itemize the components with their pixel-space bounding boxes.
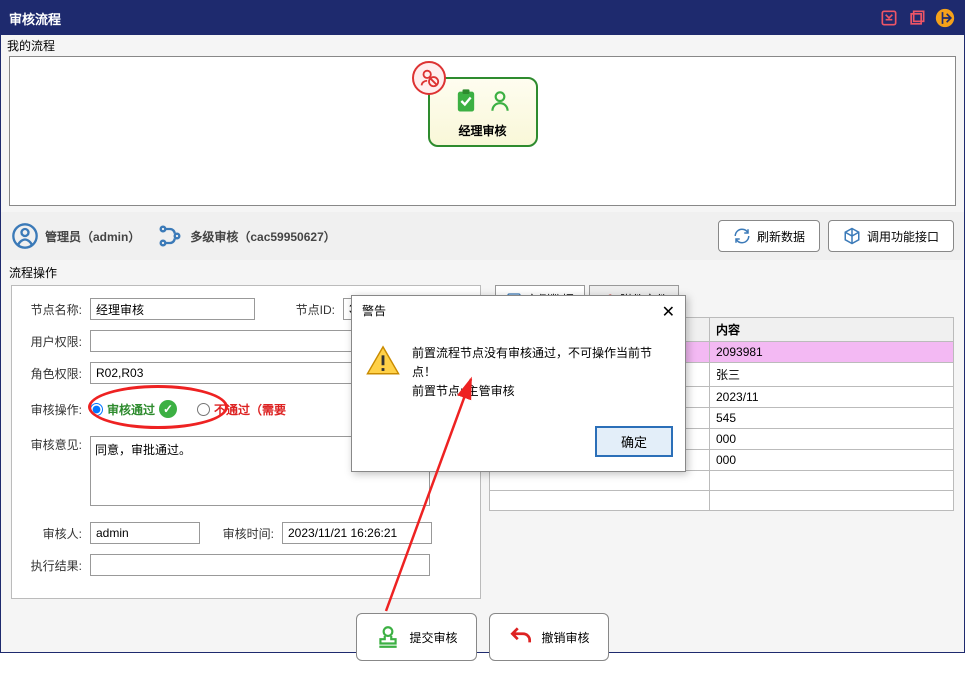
node-blocked-icon [412,61,446,95]
dialog-message-line1: 前置流程节点没有审核通过，不可操作当前节点！ [412,344,671,382]
cube-icon [843,227,861,245]
audit-op-label: 审核操作: [22,401,82,418]
exit-icon[interactable] [934,7,956,29]
minimize-to-tray-icon[interactable] [878,7,900,29]
invoke-api-button[interactable]: 调用功能接口 [828,220,954,252]
node-name-label: 节点名称: [22,301,82,318]
node-name-input[interactable] [90,298,255,320]
fail-radio[interactable]: 不通过（需要 [197,401,286,418]
dialog-message-line2: 前置节点: 主管审核 [412,382,671,401]
undo-icon [508,624,534,650]
flow-node-label: 经理审核 [458,122,506,139]
submit-audit-button[interactable]: 提交审核 [356,613,476,661]
role-auth-label: 角色权限: [22,365,82,382]
flow-node-manager-audit[interactable]: 经理审核 [428,77,538,147]
refresh-button[interactable]: 刷新数据 [718,220,820,252]
auditor-label: 审核人: [22,525,82,542]
pass-radio[interactable]: 审核通过 ✓ [90,400,177,418]
refresh-icon [733,227,751,245]
window-title-bar: 审核流程 [1,1,964,35]
current-user: 管理员（admin） [11,222,140,250]
node-id-label: 节点ID: [263,301,335,318]
check-icon: ✓ [159,400,177,418]
current-flow: 多级审核（cac59950627） [156,222,335,250]
auditor-input[interactable] [90,522,200,544]
table-header-content: 内容 [710,318,954,342]
flow-canvas: 经理审核 [9,56,956,206]
warning-dialog: 警告 ✕ 前置流程节点没有审核通过，不可操作当前节点！ 前置节点: 主管审核 确… [351,295,686,472]
table-row[interactable] [490,471,954,491]
dialog-title: 警告 [362,302,386,322]
dialog-ok-button[interactable]: 确定 [595,426,673,457]
result-input[interactable] [90,554,430,576]
user-icon [485,86,515,116]
ops-section-label: 流程操作 [1,260,964,285]
dialog-close-icon[interactable]: ✕ [662,302,675,322]
window-title: 审核流程 [9,9,61,28]
maximize-icon[interactable] [906,7,928,29]
audit-time-input[interactable] [282,522,432,544]
info-bar: 管理员（admin） 多级审核（cac59950627） 刷新数据 调用功能接口 [1,212,964,260]
table-row[interactable] [490,491,954,511]
revoke-audit-button[interactable]: 撤销审核 [489,613,609,661]
user-auth-label: 用户权限: [22,333,82,350]
stamp-icon [375,624,401,650]
opinion-label: 审核意见: [22,436,82,453]
clipboard-icon [451,86,481,116]
warning-icon [366,344,400,378]
result-label: 执行结果: [22,557,82,574]
audit-time-label: 审核时间: [208,525,274,542]
my-flow-label: 我的流程 [1,35,964,56]
